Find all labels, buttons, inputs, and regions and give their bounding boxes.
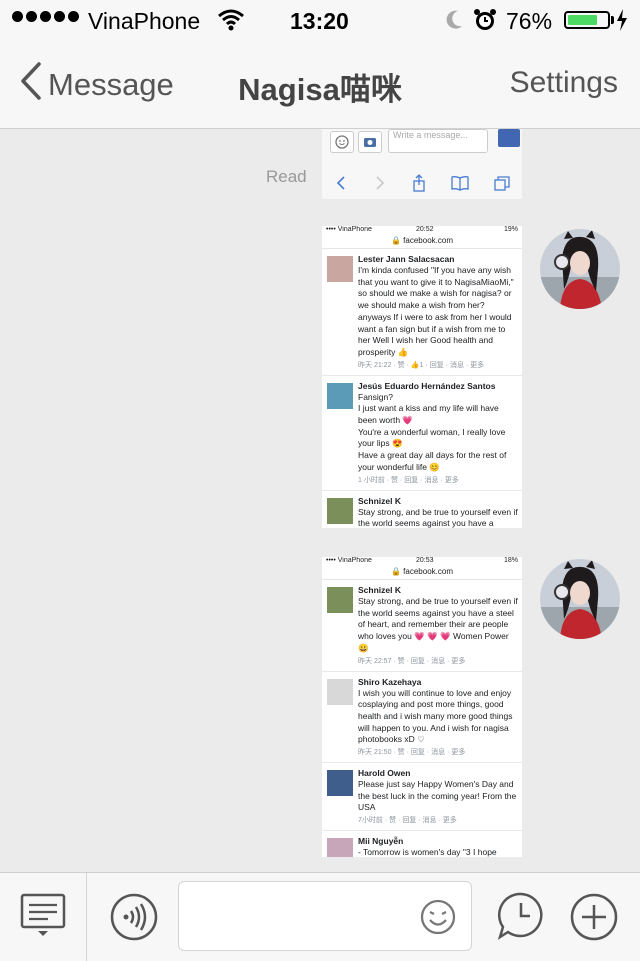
fb-comment: Mii Nguyễn - Tomorrow is women's day "3 … bbox=[322, 831, 522, 857]
commenter-name: Schnizel K bbox=[358, 585, 401, 595]
image-message-1[interactable]: Write a message... bbox=[322, 129, 522, 199]
safari-forward-icon bbox=[373, 175, 387, 195]
fb-comment: Shiro Kazehaya I wish you will continue … bbox=[322, 672, 522, 764]
commenter-name: Jesús Eduardo Hernández Santos bbox=[358, 380, 496, 391]
read-receipt: Read bbox=[266, 167, 307, 186]
smiley-icon bbox=[330, 131, 354, 153]
fb-comment: Schnizel K Stay strong, and be true to y… bbox=[322, 580, 522, 672]
fb-comment: Jesús Eduardo Hernández Santos Fansign? … bbox=[322, 376, 522, 491]
input-bar bbox=[0, 872, 640, 961]
commenter-avatar bbox=[327, 770, 353, 797]
clock-bubble-icon[interactable] bbox=[496, 891, 546, 946]
keyboard-menu-icon[interactable] bbox=[20, 893, 66, 944]
fb-send-button bbox=[498, 129, 520, 147]
comment-meta: 1 小时前 · 赞 · 回复 · 消息 · 更多 bbox=[358, 476, 459, 484]
fb-comment-composer: Write a message... bbox=[322, 129, 522, 165]
fb-carrier: •••• VinaPhone bbox=[326, 557, 372, 564]
contact-avatar[interactable] bbox=[540, 559, 620, 639]
fb-time: 20:53 bbox=[416, 557, 434, 564]
commenter-avatar bbox=[327, 678, 353, 705]
signal-strength-icon bbox=[12, 11, 79, 22]
comment-text: Please just say Happy Women's Day and th… bbox=[358, 779, 517, 813]
fb-status-bar: •••• VinaPhone 20:53 18% bbox=[322, 557, 522, 567]
comment-text: - Tomorrow is women's day "3 I hope bbox=[358, 847, 497, 857]
fb-comment: Lester Jann Salacsacan I'm kinda confuse… bbox=[322, 249, 522, 376]
image-message-2[interactable]: •••• VinaPhone 20:52 19% 🔒 facebook.com … bbox=[322, 226, 522, 528]
back-button-label: Message bbox=[48, 67, 174, 102]
fb-comment-input: Write a message... bbox=[388, 129, 488, 153]
voice-icon[interactable] bbox=[110, 893, 158, 946]
comment-text: Stay strong, and be true to yourself eve… bbox=[358, 506, 518, 528]
commenter-name: Shiro Kazehaya bbox=[358, 676, 422, 687]
comment-meta: 昨天 21:50 · 赞 · 回复 · 消息 · 更多 bbox=[358, 749, 466, 757]
commenter-name: Schnizel K bbox=[358, 495, 401, 506]
commenter-avatar bbox=[327, 838, 353, 857]
fb-url: 🔒 facebook.com bbox=[322, 236, 522, 249]
comment-text: Fansign? I just want a kiss and my life … bbox=[358, 391, 507, 472]
battery-percentage: 76% bbox=[506, 8, 553, 34]
plus-icon[interactable] bbox=[570, 893, 618, 946]
image-message-3[interactable]: •••• VinaPhone 20:53 18% 🔒 facebook.com … bbox=[322, 557, 522, 857]
fb-time: 20:52 bbox=[416, 226, 434, 233]
message-input[interactable] bbox=[178, 881, 472, 951]
commenter-avatar bbox=[327, 382, 353, 409]
tabs-icon bbox=[494, 175, 510, 195]
commenter-name: Mii Nguyễn bbox=[358, 836, 404, 847]
comment-text: I wish you will continue to love and enj… bbox=[358, 687, 513, 745]
smiley-icon[interactable] bbox=[419, 898, 457, 941]
camera-icon bbox=[358, 131, 382, 153]
navigation-bar: Message Nagisa喵咪 Settings bbox=[0, 40, 640, 129]
fb-carrier: •••• VinaPhone bbox=[326, 226, 372, 233]
carrier-name: VinaPhone bbox=[88, 8, 201, 34]
contact-avatar[interactable] bbox=[540, 229, 620, 309]
fb-status-bar: •••• VinaPhone 20:52 19% bbox=[322, 226, 522, 236]
chat-title: Nagisa喵咪 bbox=[238, 72, 402, 107]
safari-back-icon bbox=[334, 175, 348, 195]
fb-comment: Schnizel K Stay strong, and be true to y… bbox=[322, 491, 522, 528]
chat-area[interactable]: Write a message... Read •••• VinaPhone 2… bbox=[0, 129, 640, 871]
wifi-icon bbox=[218, 9, 244, 37]
fb-url: 🔒 facebook.com bbox=[322, 567, 522, 580]
fb-comment: Harold Owen Please just say Happy Women'… bbox=[322, 763, 522, 832]
fb-battery: 19% bbox=[503, 226, 518, 233]
chevron-left-icon bbox=[20, 62, 42, 108]
divider bbox=[86, 873, 87, 961]
battery-icon bbox=[564, 11, 610, 29]
commenter-name: Harold Owen bbox=[358, 768, 411, 779]
safari-toolbar bbox=[322, 171, 522, 199]
comment-meta: 昨天 22:57 · 赞 · 回复 · 消息 · 更多 bbox=[358, 657, 466, 665]
settings-button[interactable]: Settings bbox=[510, 66, 618, 100]
commenter-name: Lester Jann Salacsacan bbox=[358, 254, 455, 264]
commenter-avatar bbox=[327, 497, 353, 524]
back-button[interactable]: Message bbox=[20, 62, 174, 108]
comment-meta: 昨天 21:22 · 赞 · 👍1 · 回复 · 消息 · 更多 bbox=[358, 361, 485, 369]
clock-time: 13:20 bbox=[290, 8, 349, 34]
fb-battery: 18% bbox=[503, 557, 518, 564]
alarm-clock-icon bbox=[474, 8, 496, 38]
do-not-disturb-moon-icon bbox=[444, 8, 464, 38]
comment-text: I'm kinda confused "If you have any wish… bbox=[358, 265, 514, 357]
battery-tip bbox=[611, 16, 614, 24]
share-icon bbox=[411, 174, 427, 196]
comment-text: Stay strong, and be true to yourself eve… bbox=[358, 596, 518, 653]
charging-bolt-icon bbox=[616, 9, 628, 37]
comment-meta: 7小时前 · 赞 · 回复 · 消息 · 更多 bbox=[358, 817, 457, 825]
commenter-avatar bbox=[327, 256, 353, 282]
commenter-avatar bbox=[327, 587, 353, 613]
status-bar: VinaPhone 13:20 76% bbox=[0, 0, 640, 40]
bookmarks-icon bbox=[451, 175, 470, 195]
